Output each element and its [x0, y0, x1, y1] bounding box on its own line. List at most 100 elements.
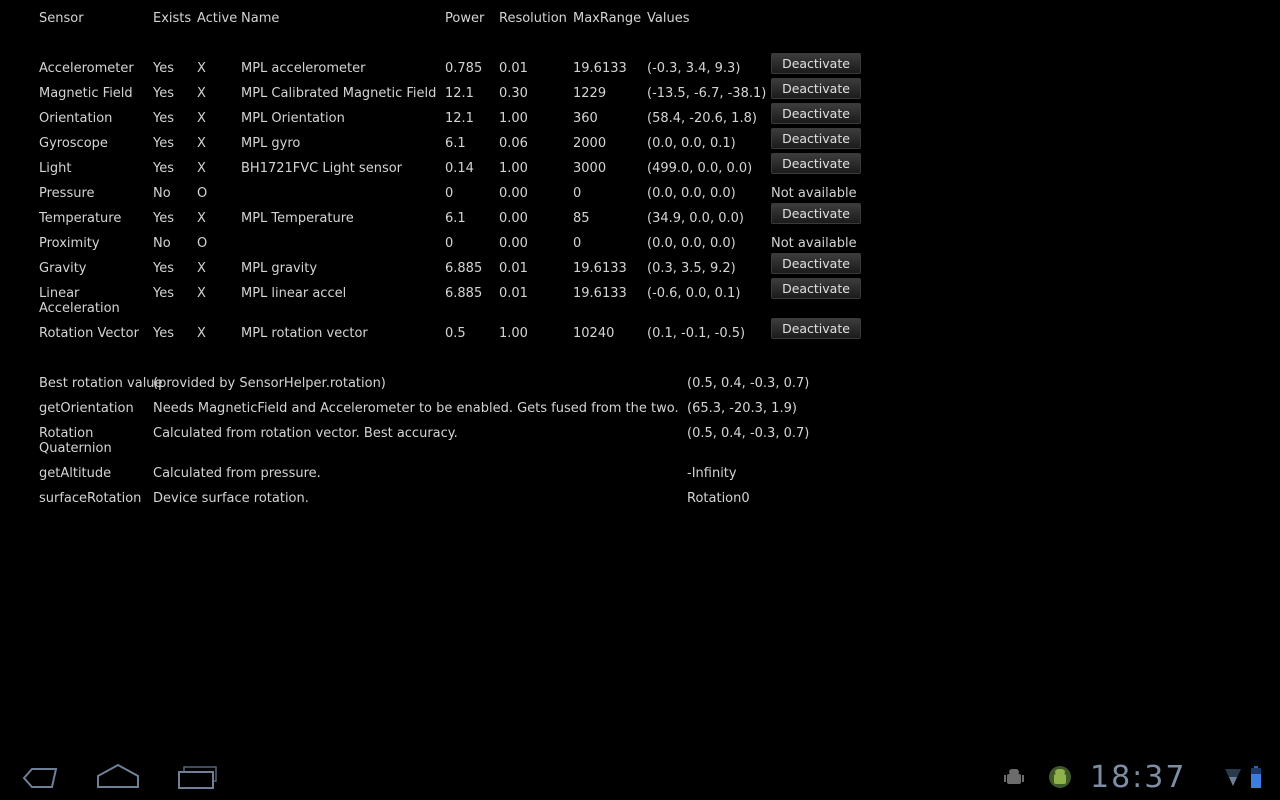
sensor-resolution: 0.01: [499, 286, 528, 301]
recent-apps-button[interactable]: [174, 762, 222, 794]
sensor-exists: No: [153, 236, 171, 251]
sensor-power: 12.1: [445, 111, 474, 126]
android-notification-icon: [1049, 766, 1071, 788]
header-name: Name: [241, 11, 280, 26]
sensor-values: (0.0, 0.0, 0.0): [647, 236, 736, 251]
table-row: Temperature Yes X MPL Temperature 6.1 0.…: [39, 203, 939, 231]
back-button[interactable]: [14, 762, 62, 794]
sensor-resolution: 0.06: [499, 136, 528, 151]
system-bar: 18:37: [0, 752, 1280, 800]
derived-value: Rotation0: [687, 491, 750, 506]
sensor-active: X: [197, 326, 206, 341]
sensor-values: (58.4, -20.6, 1.8): [647, 111, 757, 126]
sensor-device-name: MPL Calibrated Magnetic Field: [241, 86, 437, 101]
home-icon: [97, 763, 139, 788]
sensor-resolution: 0.00: [499, 236, 528, 251]
derived-description: Calculated from pressure.: [153, 466, 321, 481]
table-row: Rotation Vector Yes X MPL rotation vecto…: [39, 318, 939, 346]
home-button[interactable]: [94, 762, 142, 794]
deactivate-button[interactable]: Deactivate: [771, 78, 861, 99]
sensor-power: 0.14: [445, 161, 474, 176]
sensor-values: (-0.3, 3.4, 9.3): [647, 61, 741, 76]
sensor-power: 0: [445, 236, 454, 251]
sensor-active: O: [197, 236, 208, 251]
sensor-active: X: [197, 86, 206, 101]
sensor-name: Orientation: [39, 111, 113, 126]
sensor-resolution: 0.01: [499, 261, 528, 276]
sensor-name: Proximity: [39, 236, 100, 251]
deactivate-button[interactable]: Deactivate: [771, 153, 861, 174]
sensor-device-name: MPL gravity: [241, 261, 318, 276]
signal-icon: [1225, 769, 1241, 786]
derived-value: (0.5, 0.4, -0.3, 0.7): [687, 426, 810, 441]
sensor-active: X: [197, 136, 206, 151]
sensor-device-name: MPL rotation vector: [241, 326, 368, 341]
sensor-name: Light: [39, 161, 72, 176]
sensor-power: 0.785: [445, 61, 483, 76]
derived-value: -Infinity: [687, 466, 737, 481]
sensor-maxrange: 1229: [573, 86, 607, 101]
table-row: Linear Acceleration Yes X MPL linear acc…: [39, 278, 939, 321]
header-exists: Exists: [153, 11, 192, 26]
sensor-exists: Yes: [153, 136, 174, 151]
deactivate-button[interactable]: Deactivate: [771, 53, 861, 74]
sensor-maxrange: 0: [573, 186, 582, 201]
sensor-resolution: 0.30: [499, 86, 528, 101]
derived-row: getOrientation Needs MagneticField and A…: [39, 401, 939, 421]
sensor-maxrange: 3000: [573, 161, 607, 176]
sensor-values: (-0.6, 0.0, 0.1): [647, 286, 741, 301]
sensor-active: X: [197, 211, 206, 226]
sensor-power: 6.1: [445, 211, 466, 226]
sensor-name: Gravity: [39, 261, 87, 276]
sensor-values: (-13.5, -6.7, -38.1): [647, 86, 767, 101]
sensor-name: Temperature: [39, 211, 122, 226]
sensor-maxrange: 2000: [573, 136, 607, 151]
usb-debug-notification[interactable]: [1003, 766, 1025, 792]
sensor-exists: Yes: [153, 86, 174, 101]
sensor-values: (0.0, 0.0, 0.0): [647, 186, 736, 201]
deactivate-button[interactable]: Deactivate: [771, 318, 861, 339]
sensor-active: X: [197, 111, 206, 126]
deactivate-button[interactable]: Deactivate: [771, 203, 861, 224]
sensor-active: O: [197, 186, 208, 201]
sensor-exists: Yes: [153, 286, 174, 301]
sensor-values: (499.0, 0.0, 0.0): [647, 161, 753, 176]
battery-indicator[interactable]: [1250, 766, 1262, 792]
sensor-resolution: 0.01: [499, 61, 528, 76]
back-icon: [22, 768, 58, 788]
sensor-maxrange: 19.6133: [573, 286, 627, 301]
sensor-resolution: 0.00: [499, 211, 528, 226]
sensor-maxrange: 360: [573, 111, 598, 126]
header-active: Active: [197, 11, 238, 26]
sensor-power: 6.885: [445, 286, 483, 301]
table-row: Light Yes X BH1721FVC Light sensor 0.14 …: [39, 153, 939, 181]
android-notification[interactable]: [1047, 764, 1073, 794]
derived-label: Best rotation value: [39, 376, 163, 391]
battery-icon: [1251, 766, 1261, 788]
signal-indicator[interactable]: [1224, 767, 1242, 791]
sensor-name: Rotation Vector: [39, 326, 139, 341]
header-power: Power: [445, 11, 485, 26]
sensor-power: 0: [445, 186, 454, 201]
derived-row: Rotation Quaternion Calculated from rota…: [39, 426, 939, 461]
sensor-device-name: BH1721FVC Light sensor: [241, 161, 403, 176]
not-available-label: Not available: [771, 186, 857, 201]
sensor-exists: Yes: [153, 326, 174, 341]
deactivate-button[interactable]: Deactivate: [771, 103, 861, 124]
sensor-active: X: [197, 261, 206, 276]
sensor-values: (34.9, 0.0, 0.0): [647, 211, 744, 226]
status-clock[interactable]: 18:37: [1090, 760, 1186, 795]
derived-description: Needs MagneticField and Accelerometer to…: [153, 401, 679, 416]
sensor-name: Gyroscope: [39, 136, 108, 151]
sensor-active: X: [197, 161, 206, 176]
sensor-exists: No: [153, 186, 171, 201]
deactivate-button[interactable]: Deactivate: [771, 278, 861, 299]
sensor-values: (0.1, -0.1, -0.5): [647, 326, 746, 341]
derived-value: (0.5, 0.4, -0.3, 0.7): [687, 376, 810, 391]
deactivate-button[interactable]: Deactivate: [771, 253, 861, 274]
usb-debug-icon: [1004, 769, 1024, 784]
deactivate-button[interactable]: Deactivate: [771, 128, 861, 149]
sensor-maxrange: 19.6133: [573, 261, 627, 276]
header-sensor: Sensor: [39, 11, 84, 26]
header-maxrange: MaxRange: [573, 11, 642, 26]
